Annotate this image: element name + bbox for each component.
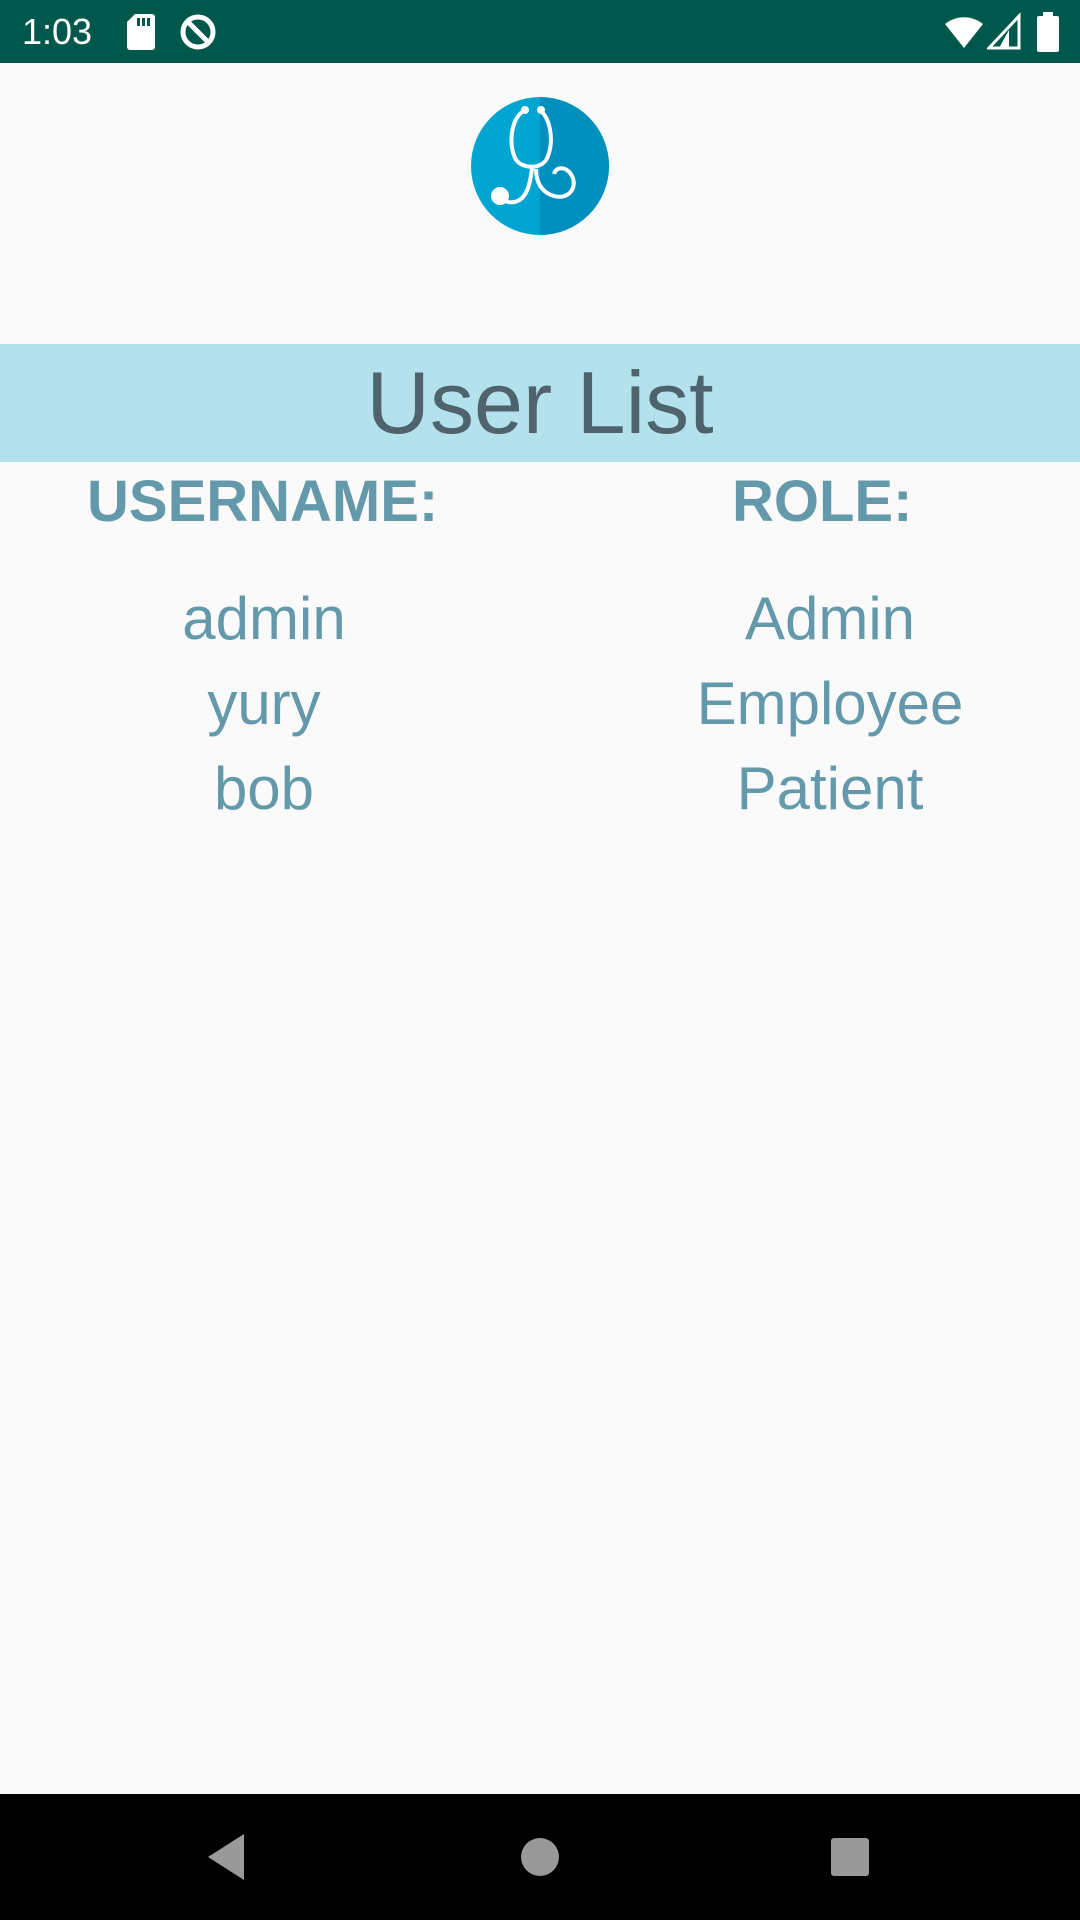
wifi-icon <box>945 17 983 48</box>
role-column-header: ROLE: <box>732 469 913 534</box>
role-column: Admin Employee Patient <box>620 576 1040 831</box>
back-icon[interactable] <box>200 1824 266 1890</box>
username-cell: admin <box>182 585 346 652</box>
status-bar: 1:03 <box>0 0 1080 63</box>
stethoscope-icon <box>471 97 609 235</box>
home-icon[interactable] <box>507 1824 573 1890</box>
role-cell: Employee <box>696 670 964 737</box>
status-time: 1:03 <box>22 11 93 52</box>
username-cell: yury <box>207 670 321 737</box>
title-band: User List <box>0 344 1080 462</box>
sd-card-icon <box>127 14 155 50</box>
username-column-header: USERNAME: <box>87 469 439 534</box>
role-cell: Admin <box>744 585 916 652</box>
cell-signal-icon <box>987 12 1021 50</box>
page-title: User List <box>366 353 714 452</box>
data-saver-icon <box>180 14 216 50</box>
battery-icon <box>1037 12 1059 52</box>
screen: 1:03 User List USERNAME: ROLE: admin yur… <box>0 0 1080 1920</box>
role-cell: Patient <box>736 755 924 822</box>
navigation-bar <box>0 1794 1080 1920</box>
username-cell: bob <box>213 755 315 822</box>
username-column: admin yury bob <box>54 576 474 831</box>
recents-icon[interactable] <box>817 1824 883 1890</box>
